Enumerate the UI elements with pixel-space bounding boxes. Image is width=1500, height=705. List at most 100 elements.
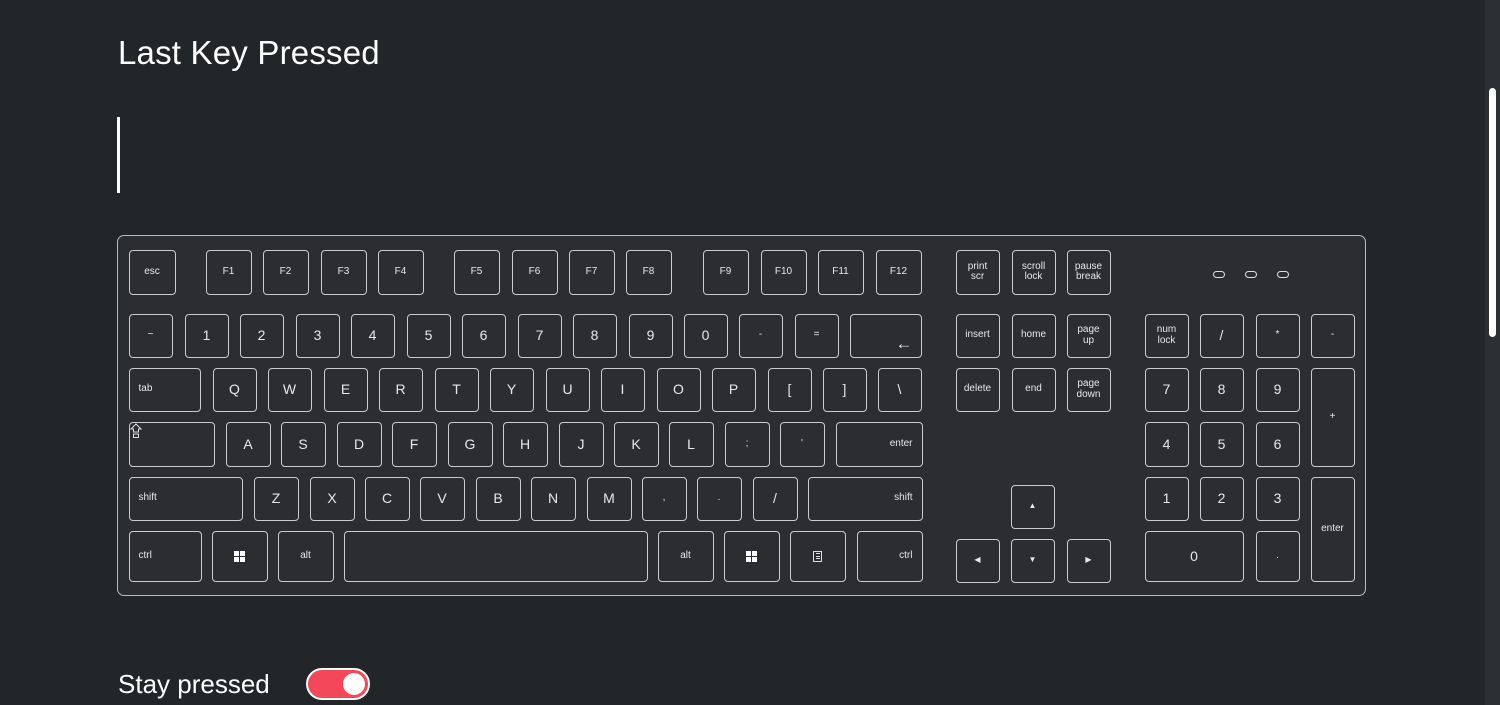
key-delete[interactable]: delete: [955, 367, 1000, 412]
key-v[interactable]: V: [419, 476, 465, 521]
key-x[interactable]: X: [309, 476, 355, 521]
key-k[interactable]: K: [613, 421, 659, 467]
key-i[interactable]: I: [600, 367, 645, 412]
key-backslash[interactable]: \: [877, 367, 922, 412]
numpad-decimal[interactable]: .: [1255, 530, 1300, 582]
key-p[interactable]: P: [711, 367, 756, 412]
key-f4[interactable]: F4: [377, 249, 424, 295]
key-tab[interactable]: tab: [128, 367, 201, 412]
key-left-alt[interactable]: alt: [277, 530, 334, 582]
key-c[interactable]: C: [364, 476, 410, 521]
key-s[interactable]: S: [280, 421, 326, 467]
key-0[interactable]: 0: [683, 313, 728, 358]
key-f5[interactable]: F5: [453, 249, 500, 295]
key-menu[interactable]: [789, 530, 846, 582]
key-arrow-left[interactable]: ◀: [955, 538, 1000, 583]
key-open-bracket[interactable]: [: [767, 367, 812, 412]
numpad-7[interactable]: 7: [1144, 367, 1189, 412]
key-z[interactable]: Z: [253, 476, 299, 521]
numpad-9[interactable]: 9: [1255, 367, 1300, 412]
key-f10[interactable]: F10: [760, 249, 807, 295]
key-6[interactable]: 6: [461, 313, 506, 358]
key-right-ctrl[interactable]: ctrl: [856, 530, 923, 582]
key-left-ctrl[interactable]: ctrl: [128, 530, 202, 582]
numpad-0[interactable]: 0: [1144, 530, 1244, 582]
key-f11[interactable]: F11: [817, 249, 864, 295]
key-u[interactable]: U: [545, 367, 590, 412]
numpad-4[interactable]: 4: [1144, 421, 1189, 467]
key-5[interactable]: 5: [406, 313, 451, 358]
numpad-plus[interactable]: +: [1310, 367, 1355, 467]
key-1[interactable]: 1: [184, 313, 229, 358]
scrollbar-thumb[interactable]: [1489, 88, 1496, 337]
key-page-up[interactable]: page up: [1066, 313, 1111, 358]
key-8[interactable]: 8: [572, 313, 617, 358]
key-d[interactable]: D: [336, 421, 382, 467]
numpad-num-lock[interactable]: num lock: [1144, 313, 1189, 358]
key-page-down[interactable]: page down: [1066, 367, 1111, 412]
key-comma[interactable]: ,: [641, 476, 687, 521]
key-f8[interactable]: F8: [625, 249, 672, 295]
key-f2[interactable]: F2: [262, 249, 309, 295]
key-t[interactable]: T: [434, 367, 479, 412]
key-tilde[interactable]: ~: [128, 313, 173, 358]
key-3[interactable]: 3: [295, 313, 340, 358]
key-print-scr[interactable]: print scr: [955, 249, 1000, 295]
key-right-shift[interactable]: shift: [807, 476, 923, 521]
key-backspace[interactable]: ←: [849, 313, 922, 358]
key-9[interactable]: 9: [628, 313, 673, 358]
key-e[interactable]: E: [323, 367, 368, 412]
key-r[interactable]: R: [378, 367, 423, 412]
key-f6[interactable]: F6: [511, 249, 558, 295]
key-f12[interactable]: F12: [875, 249, 922, 295]
key-o[interactable]: O: [656, 367, 701, 412]
key-enter[interactable]: enter: [835, 421, 923, 467]
key-esc[interactable]: esc: [128, 249, 176, 295]
key-period[interactable]: .: [696, 476, 742, 521]
key-f7[interactable]: F7: [568, 249, 615, 295]
key-semicolon[interactable]: ;: [724, 421, 770, 467]
key-f3[interactable]: F3: [320, 249, 367, 295]
numpad-3[interactable]: 3: [1255, 476, 1300, 521]
key-insert[interactable]: insert: [955, 313, 1000, 358]
key-equals[interactable]: =: [794, 313, 839, 358]
key-caps-lock[interactable]: [128, 421, 215, 467]
key-w[interactable]: W: [267, 367, 312, 412]
key-m[interactable]: M: [586, 476, 632, 521]
key-q[interactable]: Q: [212, 367, 257, 412]
key-pause-break[interactable]: pause break: [1066, 249, 1111, 295]
key-g[interactable]: G: [447, 421, 493, 467]
numpad-8[interactable]: 8: [1199, 367, 1244, 412]
numpad-enter[interactable]: enter: [1310, 476, 1355, 582]
key-b[interactable]: B: [475, 476, 521, 521]
numpad-6[interactable]: 6: [1255, 421, 1300, 467]
key-close-bracket[interactable]: ]: [822, 367, 867, 412]
key-right-windows[interactable]: [723, 530, 780, 582]
numpad-1[interactable]: 1: [1144, 476, 1189, 521]
key-y[interactable]: Y: [489, 367, 534, 412]
key-4[interactable]: 4: [350, 313, 395, 358]
key-7[interactable]: 7: [517, 313, 562, 358]
key-right-alt[interactable]: alt: [657, 530, 714, 582]
numpad-divide[interactable]: /: [1199, 313, 1244, 358]
key-space[interactable]: [343, 530, 648, 582]
key-l[interactable]: L: [668, 421, 714, 467]
numpad-2[interactable]: 2: [1199, 476, 1244, 521]
key-home[interactable]: home: [1011, 313, 1056, 358]
key-quote[interactable]: ': [779, 421, 825, 467]
key-left-shift[interactable]: shift: [128, 476, 243, 521]
key-arrow-up[interactable]: ▲: [1010, 484, 1055, 529]
key-f1[interactable]: F1: [205, 249, 252, 295]
numpad-5[interactable]: 5: [1199, 421, 1244, 467]
key-j[interactable]: J: [558, 421, 604, 467]
key-h[interactable]: H: [502, 421, 548, 467]
key-scroll-lock[interactable]: scroll lock: [1011, 249, 1056, 295]
key-left-windows[interactable]: [211, 530, 268, 582]
key-n[interactable]: N: [530, 476, 576, 521]
key-2[interactable]: 2: [239, 313, 284, 358]
key-f[interactable]: F: [391, 421, 437, 467]
numpad-multiply[interactable]: *: [1255, 313, 1300, 358]
numpad-minus[interactable]: -: [1310, 313, 1355, 358]
key-minus[interactable]: -: [738, 313, 783, 358]
key-end[interactable]: end: [1011, 367, 1056, 412]
